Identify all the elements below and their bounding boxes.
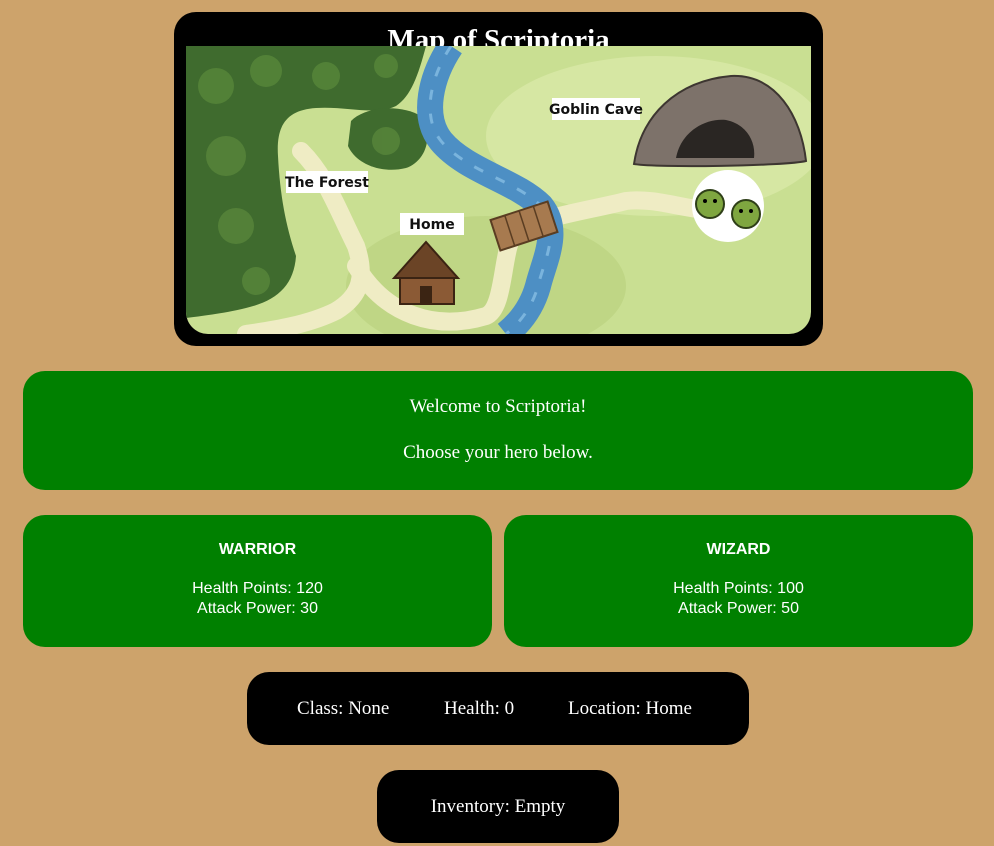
status-bar: Class: None Health: 0 Location: Home: [247, 672, 749, 745]
hero-name: WARRIOR: [218, 541, 297, 558]
goblin-icon: [695, 189, 725, 219]
world-map-graphic: The Forest Home Goblin Cave: [186, 46, 811, 334]
goblin-icon: [731, 199, 761, 229]
welcome-line: Welcome to Scriptoria!: [409, 396, 587, 417]
hero-name: WIZARD: [706, 541, 771, 558]
hero-attack: Attack Power: 30: [197, 600, 318, 617]
forest-label: The Forest: [285, 175, 369, 191]
inventory-text: Inventory: Empty: [430, 796, 566, 817]
map-panel: Map of Scriptoria The Forest Home Goblin…: [174, 12, 823, 346]
instruction-line: Choose your hero below.: [403, 442, 593, 463]
warrior-card[interactable]: WARRIOR Health Points: 120 Attack Power:…: [23, 515, 492, 647]
welcome-message: Welcome to Scriptoria! Choose your hero …: [23, 371, 973, 490]
class-status: Class: None: [297, 698, 390, 719]
health-status: Health: 0: [444, 698, 515, 719]
goblin-cave-label: Goblin Cave: [549, 102, 643, 118]
inventory-panel: Inventory: Empty: [377, 770, 619, 843]
world-map: The Forest Home Goblin Cave: [186, 46, 811, 334]
hero-attack: Attack Power: 50: [678, 600, 799, 617]
hero-health: Health Points: 120: [192, 580, 323, 597]
location-status: Location: Home: [568, 698, 692, 719]
wizard-card[interactable]: WIZARD Health Points: 100 Attack Power: …: [504, 515, 973, 647]
home-label: Home: [409, 217, 454, 233]
hero-health: Health Points: 100: [673, 580, 804, 597]
